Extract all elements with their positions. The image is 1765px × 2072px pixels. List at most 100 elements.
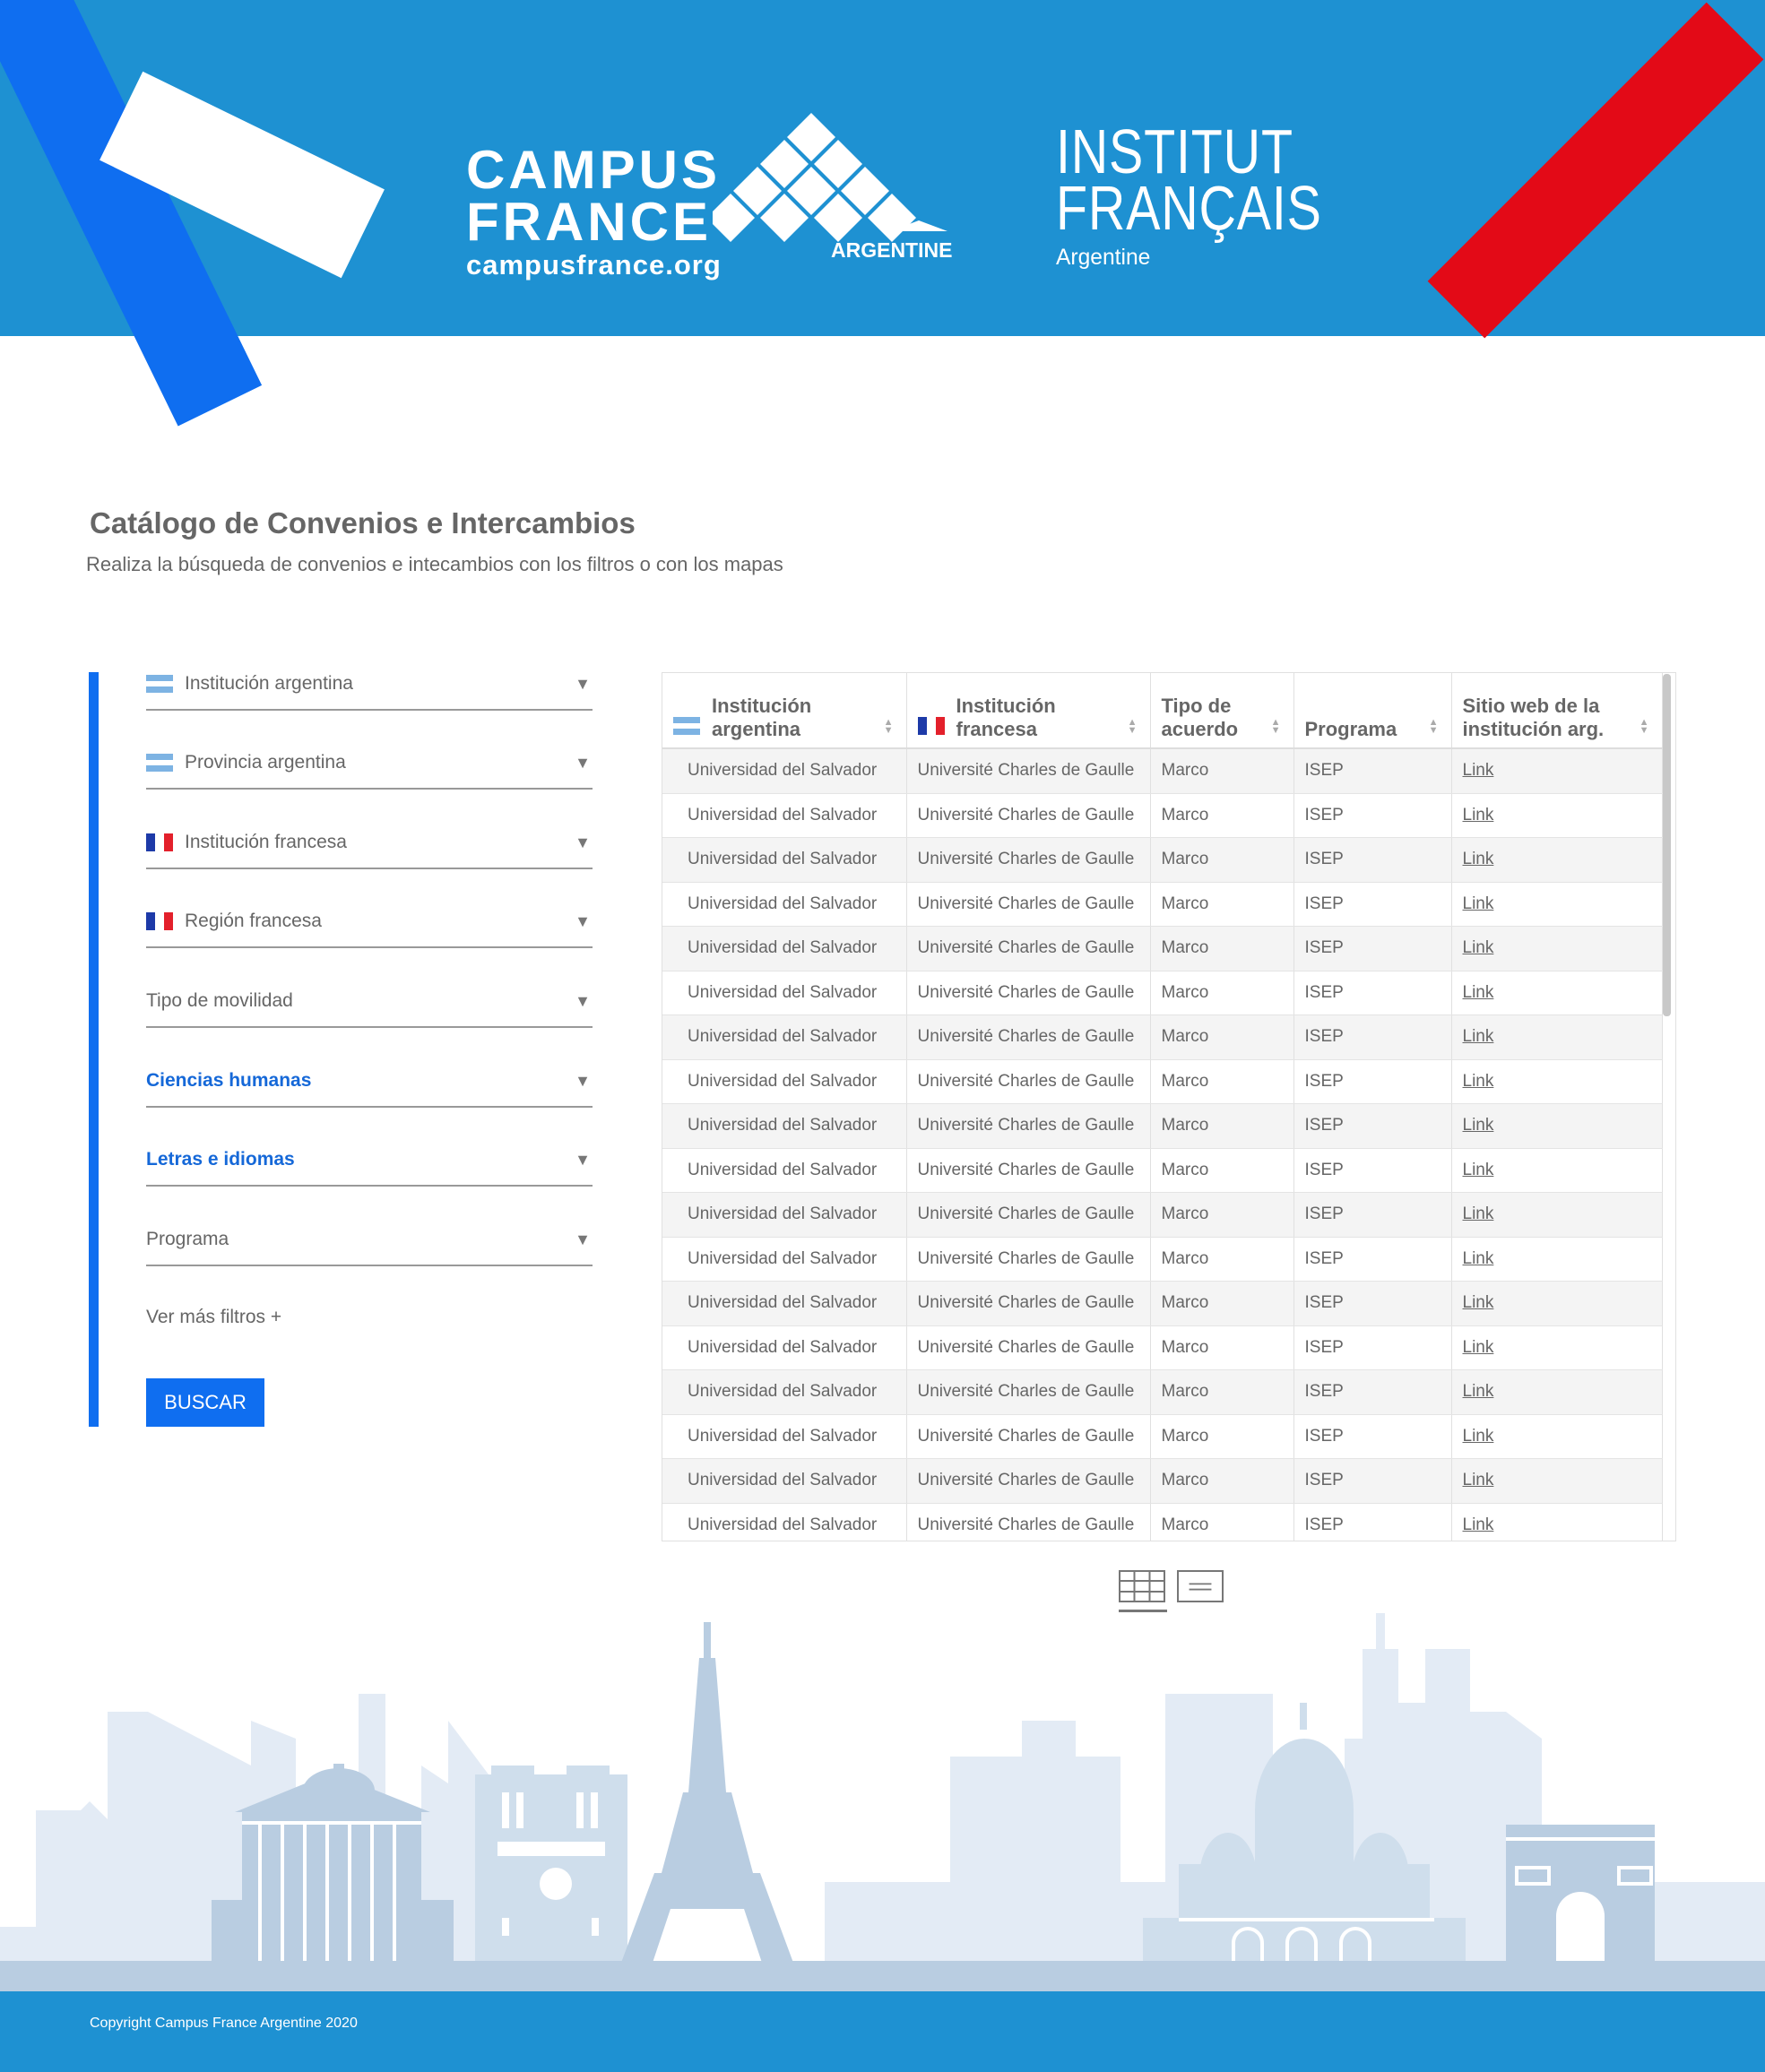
campus-france-logo[interactable]: CAMPUS FRANCE campusfrance.org [466, 140, 722, 280]
sort-icon[interactable]: ▲ ▼ [1640, 718, 1649, 736]
table-row[interactable]: Universidad del Salvador Université Charl… [662, 1192, 1663, 1238]
table-row[interactable]: Universidad del Salvador Université Charl… [662, 1503, 1663, 1541]
institut-country: Argentine [1056, 245, 1151, 270]
filter-region-francesa[interactable]: Región francesa ▼ [146, 896, 593, 948]
cell-institucion-francesa: Université Charles de Gaulle [906, 1059, 1151, 1104]
column-header-tipo-acuerdo[interactable]: Tipo de acuerdo ▲ ▼ [1150, 673, 1294, 749]
table-row[interactable]: Universidad del Salvador Université Charl… [662, 1237, 1663, 1282]
cell-programa: ISEP [1293, 1103, 1452, 1149]
website-link[interactable]: Link [1463, 1471, 1494, 1489]
red-stripe-decoration [1427, 2, 1764, 339]
website-link[interactable]: Link [1463, 1204, 1494, 1223]
table-row[interactable]: Universidad del Salvador Université Charl… [662, 748, 1663, 794]
website-link[interactable]: Link [1463, 850, 1494, 868]
website-link[interactable]: Link [1463, 1515, 1494, 1534]
filter-label: Institución argentina [185, 673, 353, 694]
results-table-container[interactable]: Institución argentina ▲ ▼ Institución fra… [662, 672, 1676, 1541]
sort-icon[interactable]: ▲ ▼ [1128, 718, 1138, 736]
more-filters-link[interactable]: Ver más filtros + [146, 1307, 281, 1328]
cell-programa: ISEP [1293, 926, 1452, 971]
cell-institucion-argentina: Universidad del Salvador [662, 971, 907, 1015]
cell-institucion-francesa: Université Charles de Gaulle [906, 926, 1151, 971]
website-link[interactable]: Link [1463, 1382, 1494, 1401]
website-link[interactable]: Link [1463, 1293, 1494, 1312]
cell-sitio-web: Link [1451, 1458, 1663, 1504]
cell-sitio-web: Link [1451, 1014, 1663, 1060]
cell-programa: ISEP [1293, 1414, 1452, 1459]
sort-icon[interactable]: ▲ ▼ [1429, 718, 1439, 736]
cell-sitio-web: Link [1451, 1059, 1663, 1104]
website-link[interactable]: Link [1463, 894, 1494, 913]
table-row[interactable]: Universidad del Salvador Université Charl… [662, 1458, 1663, 1504]
sort-icon[interactable]: ▲ ▼ [884, 718, 894, 736]
cell-institucion-francesa: Université Charles de Gaulle [906, 1325, 1151, 1370]
table-scrollbar[interactable] [1663, 674, 1671, 1016]
website-link[interactable]: Link [1463, 1161, 1494, 1179]
cell-programa: ISEP [1293, 1503, 1452, 1541]
column-header-sitio-web[interactable]: Sitio web de la institución arg. ▲ ▼ [1451, 673, 1663, 749]
campus-country: ARGENTINE [831, 238, 953, 262]
cell-sitio-web: Link [1451, 1192, 1663, 1238]
table-view-icon[interactable] [1119, 1570, 1165, 1602]
cell-tipo-acuerdo: Marco [1150, 793, 1294, 838]
france-flag-icon [917, 717, 945, 735]
cell-tipo-acuerdo: Marco [1150, 1103, 1294, 1149]
cell-sitio-web: Link [1451, 1325, 1663, 1370]
table-row[interactable]: Universidad del Salvador Université Charl… [662, 1014, 1663, 1060]
column-header-programa[interactable]: Programa ▲ ▼ [1293, 673, 1452, 749]
cell-institucion-argentina: Universidad del Salvador [662, 1369, 907, 1415]
table-row[interactable]: Universidad del Salvador Université Charl… [662, 793, 1663, 838]
institut-francais-logo[interactable]: INSTITUT FRANÇAIS Argentine [1056, 120, 1322, 268]
sort-icon[interactable]: ▲ ▼ [1271, 718, 1281, 736]
filter-subarea-letras-idiomas[interactable]: Letras e idiomas ▼ [146, 1135, 593, 1187]
website-link[interactable]: Link [1463, 1072, 1494, 1091]
filter-programa[interactable]: Programa ▼ [146, 1214, 593, 1266]
column-header-institucion-argentina[interactable]: Institución argentina ▲ ▼ [662, 673, 907, 749]
filter-area-ciencias-humanas[interactable]: Ciencias humanas ▼ [146, 1056, 593, 1108]
table-row[interactable]: Universidad del Salvador Université Charl… [662, 837, 1663, 883]
filter-tipo-movilidad[interactable]: Tipo de movilidad ▼ [146, 976, 593, 1028]
table-row[interactable]: Universidad del Salvador Université Charl… [662, 1281, 1663, 1326]
table-row[interactable]: Universidad del Salvador Université Charl… [662, 1369, 1663, 1415]
column-header-institucion-francesa[interactable]: Institución francesa ▲ ▼ [906, 673, 1151, 749]
filter-institucion-francesa[interactable]: Institución francesa ▼ [146, 817, 593, 869]
table-row[interactable]: Universidad del Salvador Université Charl… [662, 1414, 1663, 1459]
cell-institucion-francesa: Université Charles de Gaulle [906, 1192, 1151, 1238]
france-flag-icon [146, 912, 173, 930]
table-row[interactable]: Universidad del Salvador Université Charl… [662, 1148, 1663, 1193]
search-button[interactable]: BUSCAR [146, 1378, 264, 1427]
table-row[interactable]: Universidad del Salvador Université Charl… [662, 1325, 1663, 1370]
table-row[interactable]: Universidad del Salvador Université Charl… [662, 1103, 1663, 1149]
website-link[interactable]: Link [1463, 1116, 1494, 1135]
cell-sitio-web: Link [1451, 1281, 1663, 1326]
website-link[interactable]: Link [1463, 938, 1494, 957]
table-row[interactable]: Universidad del Salvador Université Charl… [662, 882, 1663, 927]
cell-programa: ISEP [1293, 1281, 1452, 1326]
website-link[interactable]: Link [1463, 1249, 1494, 1268]
filter-institucion-argentina[interactable]: Institución argentina ▼ [146, 659, 593, 711]
page-title: Catálogo de Convenios e Intercambios [90, 506, 636, 540]
paris-skyline-illustration [0, 1613, 1765, 1963]
table-row[interactable]: Universidad del Salvador Université Charl… [662, 1059, 1663, 1104]
website-link[interactable]: Link [1463, 1338, 1494, 1357]
dropdown-arrow-icon: ▼ [575, 991, 591, 1010]
website-link[interactable]: Link [1463, 761, 1494, 780]
cell-sitio-web: Link [1451, 1237, 1663, 1282]
table-row[interactable]: Universidad del Salvador Université Charl… [662, 926, 1663, 971]
filter-provincia-argentina[interactable]: Provincia argentina ▼ [146, 738, 593, 790]
cell-institucion-argentina: Universidad del Salvador [662, 1281, 907, 1326]
cell-institucion-francesa: Université Charles de Gaulle [906, 1458, 1151, 1504]
cell-institucion-argentina: Universidad del Salvador [662, 1237, 907, 1282]
website-link[interactable]: Link [1463, 1027, 1494, 1046]
cell-tipo-acuerdo: Marco [1150, 971, 1294, 1015]
website-link[interactable]: Link [1463, 806, 1494, 824]
filter-label: Institución francesa [185, 832, 347, 852]
website-link[interactable]: Link [1463, 983, 1494, 1002]
cell-programa: ISEP [1293, 1325, 1452, 1370]
campus-line1: CAMPUS [466, 140, 722, 200]
website-link[interactable]: Link [1463, 1427, 1494, 1446]
table-row[interactable]: Universidad del Salvador Université Charl… [662, 971, 1663, 1015]
institut-line2: FRANÇAIS [1056, 173, 1322, 243]
list-view-icon[interactable] [1177, 1570, 1224, 1602]
cell-sitio-web: Link [1451, 926, 1663, 971]
